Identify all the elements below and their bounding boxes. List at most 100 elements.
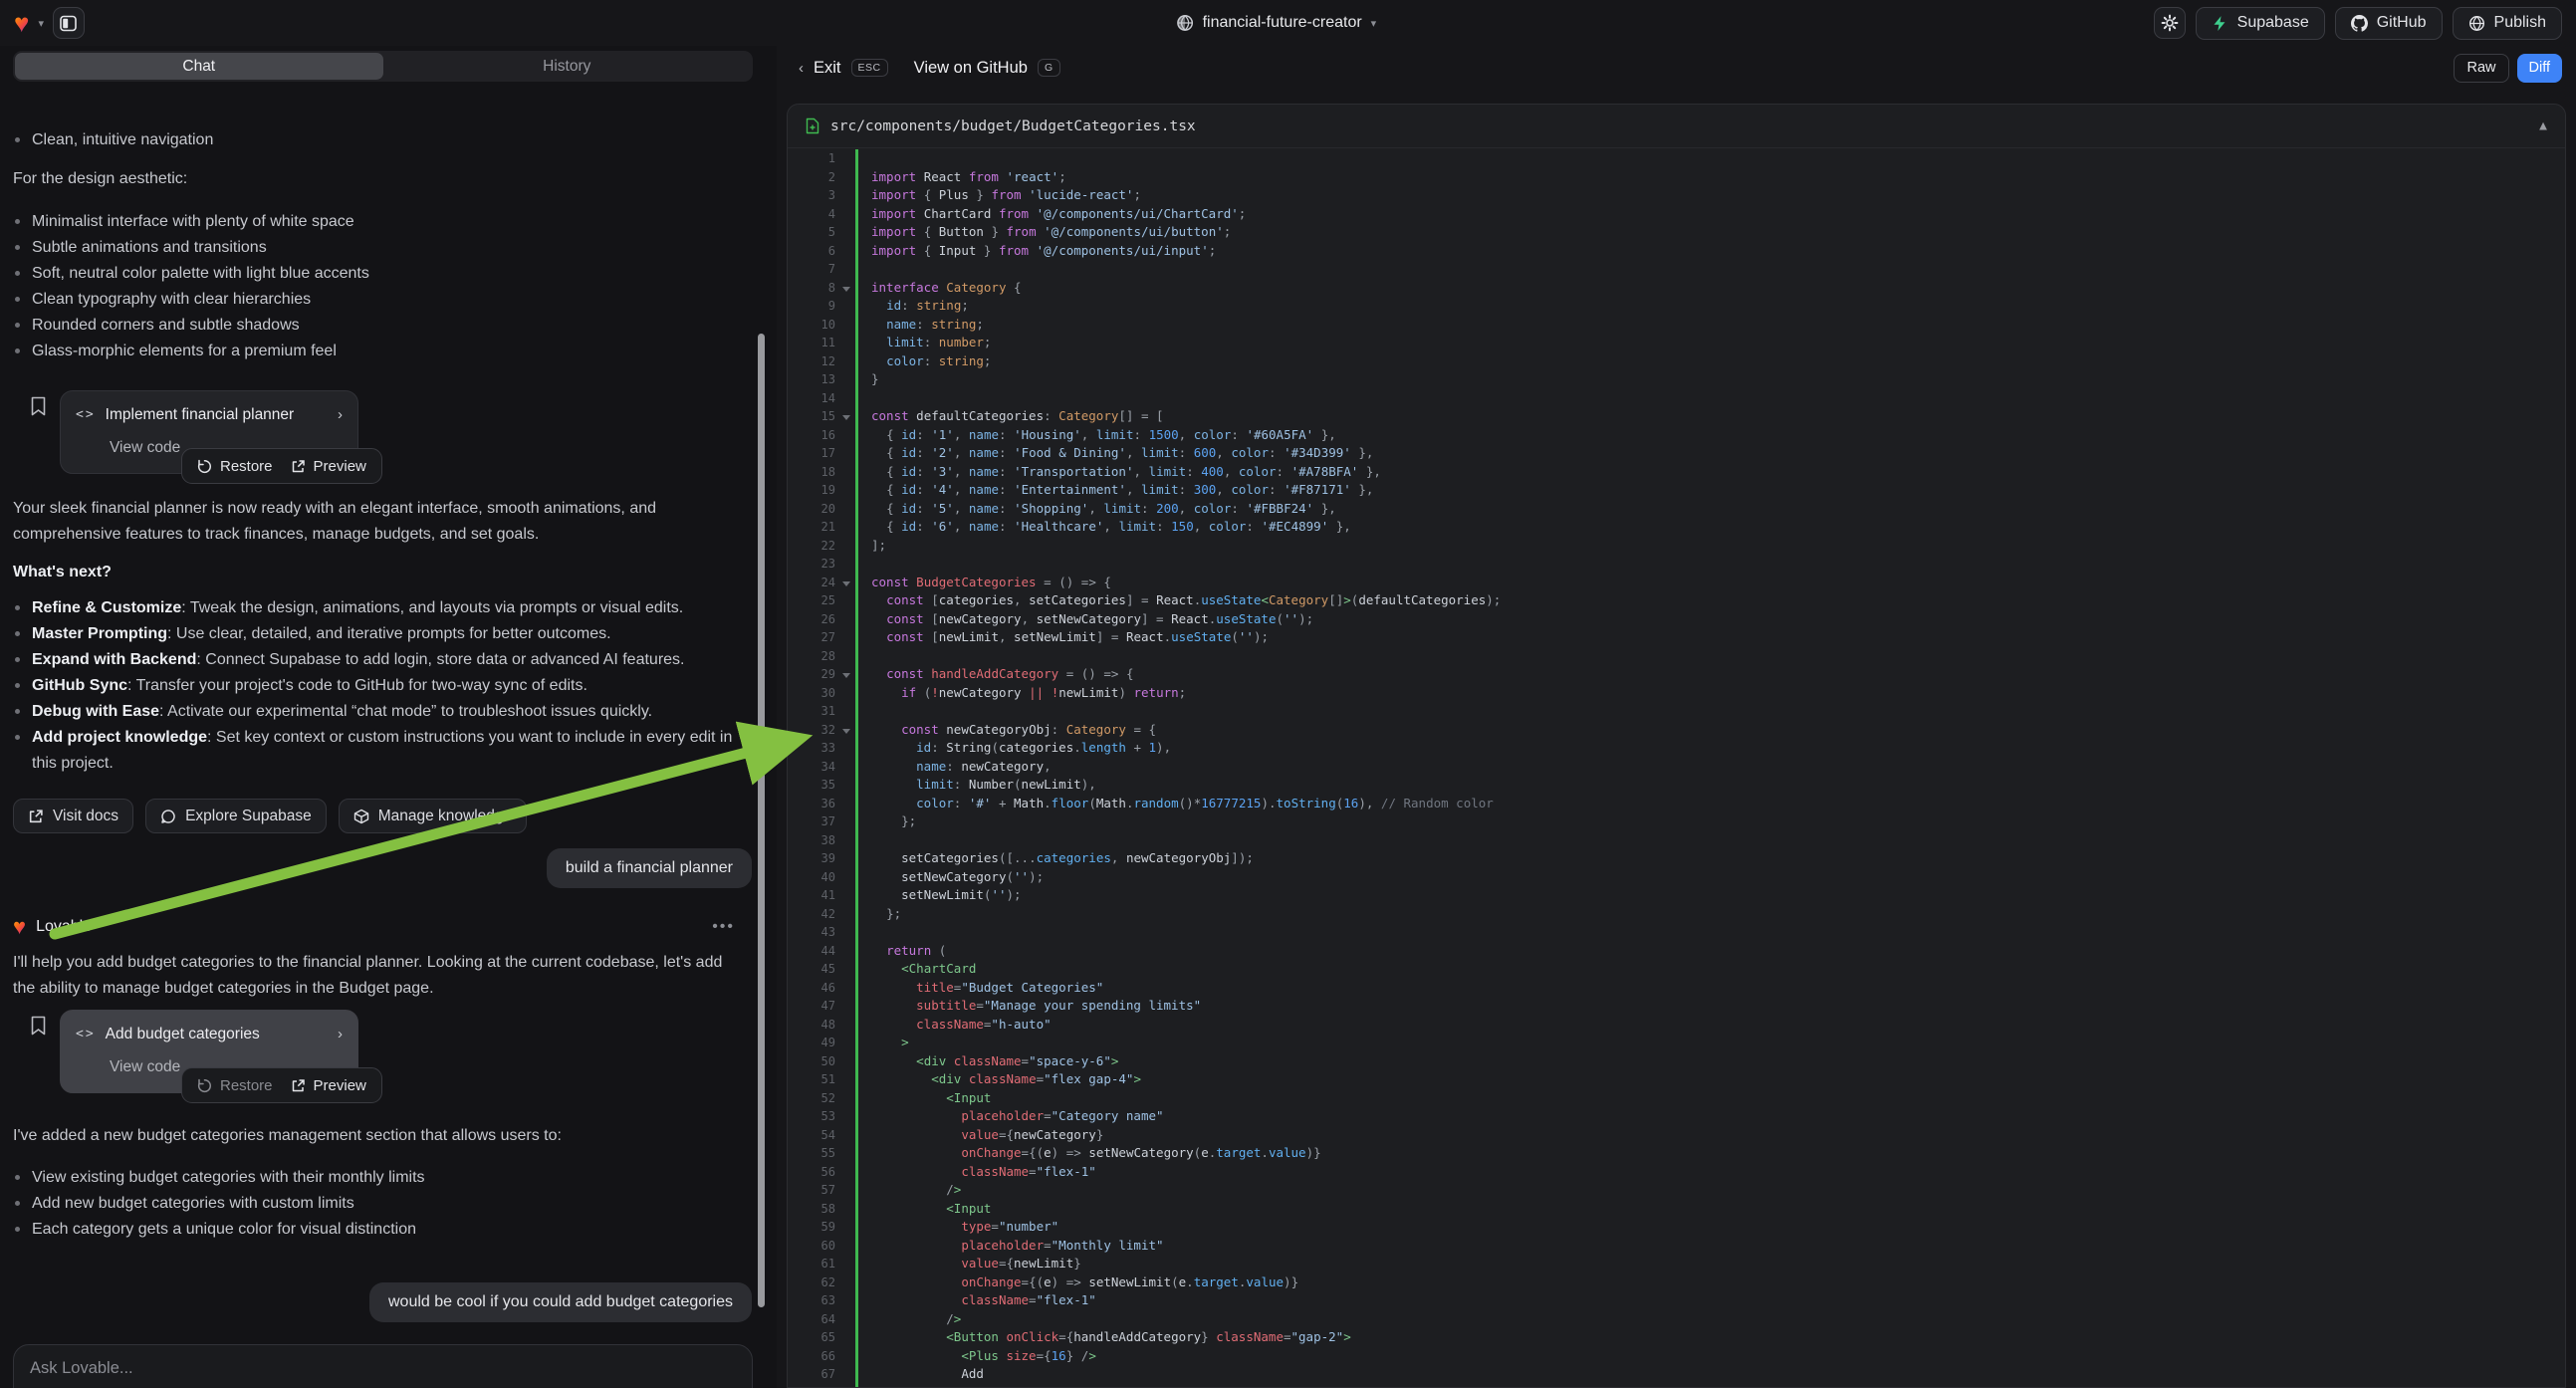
line-number: 7 [788,260,835,279]
fold-gutter [835,905,855,924]
fold-chevron-icon[interactable] [835,665,855,684]
visit-docs-button[interactable]: Visit docs [13,799,133,833]
composer-input[interactable]: Ask Lovable... [30,1359,736,1378]
code-text: name: string; [858,316,984,335]
fold-chevron-icon[interactable] [835,407,855,426]
code-line: 60 placeholder="Monthly limit" [788,1237,2565,1256]
code-line: 29 const handleAddCategory = () => { [788,665,2565,684]
line-number: 24 [788,574,835,592]
fold-chevron-icon[interactable] [835,279,855,298]
toggle-sidebar-button[interactable] [53,7,85,39]
line-number: 47 [788,997,835,1016]
exit-button[interactable]: ‹ Exit ESC [799,59,888,78]
fold-gutter [835,352,855,371]
fold-gutter [835,1070,855,1089]
code-line: 43 [788,923,2565,942]
explore-supabase-button[interactable]: Explore Supabase [145,799,327,833]
restore-label: Restore [220,1077,273,1094]
code-text: className="h-auto" [858,1016,1052,1035]
code-text: return ( [858,942,946,961]
line-number: 49 [788,1034,835,1052]
bookmark-icon[interactable] [30,1016,47,1036]
message-menu-button[interactable]: ••• [712,914,735,940]
chevron-right-icon: › [338,1022,343,1047]
whats-next-heading: What's next? [13,560,743,585]
bookmark-icon[interactable] [30,396,47,416]
publish-button[interactable]: Publish [2453,7,2562,40]
code-text: name: newCategory, [858,758,1052,777]
fold-gutter [835,997,855,1016]
preview-button[interactable]: Preview [291,1077,366,1094]
code-line: 53 placeholder="Category name" [788,1107,2565,1126]
view-on-github-button[interactable]: View on GitHub G [914,59,1060,78]
tab-history[interactable]: History [383,53,752,80]
fold-gutter [835,205,855,224]
github-button[interactable]: GitHub [2335,7,2443,40]
composer: Ask Lovable... Attach Edit Default ▾ ↑ [13,1344,753,1388]
fold-gutter [835,1328,855,1347]
fold-gutter [835,297,855,316]
code-text: id: String(categories.length + 1), [858,739,1171,758]
manage-knowledge-button[interactable]: Manage knowledge [339,799,527,833]
code-text: value={newCategory} [858,1126,1103,1145]
supabase-button[interactable]: Supabase [2196,7,2325,40]
fold-chevron-icon[interactable] [835,721,855,740]
chat-scrollbar[interactable] [758,334,765,1307]
version-card-title: Implement financial planner [106,402,295,428]
restore-button[interactable]: Restore [197,1077,273,1094]
code-text [858,389,871,408]
code-line: 1 [788,149,2565,168]
preview-button[interactable]: Preview [291,458,366,475]
code-line: 62 onChange={(e) => setNewLimit(e.target… [788,1273,2565,1292]
fold-gutter [835,647,855,666]
line-number: 8 [788,279,835,298]
file-path: src/components/budget/BudgetCategories.t… [830,118,1196,134]
line-number: 9 [788,297,835,316]
project-switcher[interactable]: financial-future-creator ▾ [1176,0,1377,46]
code-text: subtitle="Manage your spending limits" [858,997,1201,1016]
preview-label: Preview [314,1077,366,1094]
restore-preview-pill-2: Restore Preview [181,1067,382,1103]
list-item: Rounded corners and subtle shadows [13,313,743,339]
settings-button[interactable] [2154,7,2186,39]
code-text [858,702,871,721]
lovable-logo-icon[interactable]: ♥ [14,10,29,36]
tab-chat[interactable]: Chat [15,53,383,80]
code-text: title="Budget Categories" [858,979,1103,998]
list-item: Debug with Ease: Activate our experiment… [13,699,743,725]
fold-gutter [835,1126,855,1145]
raw-toggle-button[interactable]: Raw [2454,54,2508,83]
fold-chevron-icon[interactable] [835,574,855,592]
code-line: 7 [788,260,2565,279]
collapse-chevron-icon[interactable]: ▲ [2539,118,2547,133]
line-number: 19 [788,481,835,500]
list-item: Master Prompting: Use clear, detailed, a… [13,621,743,647]
code-text: setCategories([...categories, newCategor… [858,849,1254,868]
code-text: value={newLimit} [858,1255,1081,1273]
diff-toggle-button[interactable]: Diff [2517,54,2563,83]
fold-gutter [835,591,855,610]
code-line: 52 <Input [788,1089,2565,1108]
line-number: 58 [788,1200,835,1219]
file-header[interactable]: src/components/budget/BudgetCategories.t… [788,105,2565,148]
line-number: 21 [788,518,835,537]
fold-gutter [835,1347,855,1366]
restore-button[interactable]: Restore [197,458,273,475]
code-line: 3import { Plus } from 'lucide-react'; [788,186,2565,205]
knowledge-box-icon [353,809,369,824]
line-number: 54 [788,1126,835,1145]
code-line: 12 color: string; [788,352,2565,371]
fold-gutter [835,849,855,868]
list-item: Expand with Backend: Connect Supabase to… [13,647,743,673]
aesthetic-heading: For the design aesthetic: [13,166,743,192]
fold-gutter [835,223,855,242]
code-area: 12import React from 'react';3import { Pl… [788,149,2565,1387]
code-line: 21 { id: '6', name: 'Healthcare', limit:… [788,518,2565,537]
fold-gutter [835,426,855,445]
fold-gutter [835,684,855,703]
fold-gutter [835,868,855,887]
code-text: const newCategoryObj: Category = { [858,721,1156,740]
logo-menu-chevron-icon[interactable]: ▾ [38,17,44,30]
line-number: 60 [788,1237,835,1256]
code-line: 10 name: string; [788,316,2565,335]
